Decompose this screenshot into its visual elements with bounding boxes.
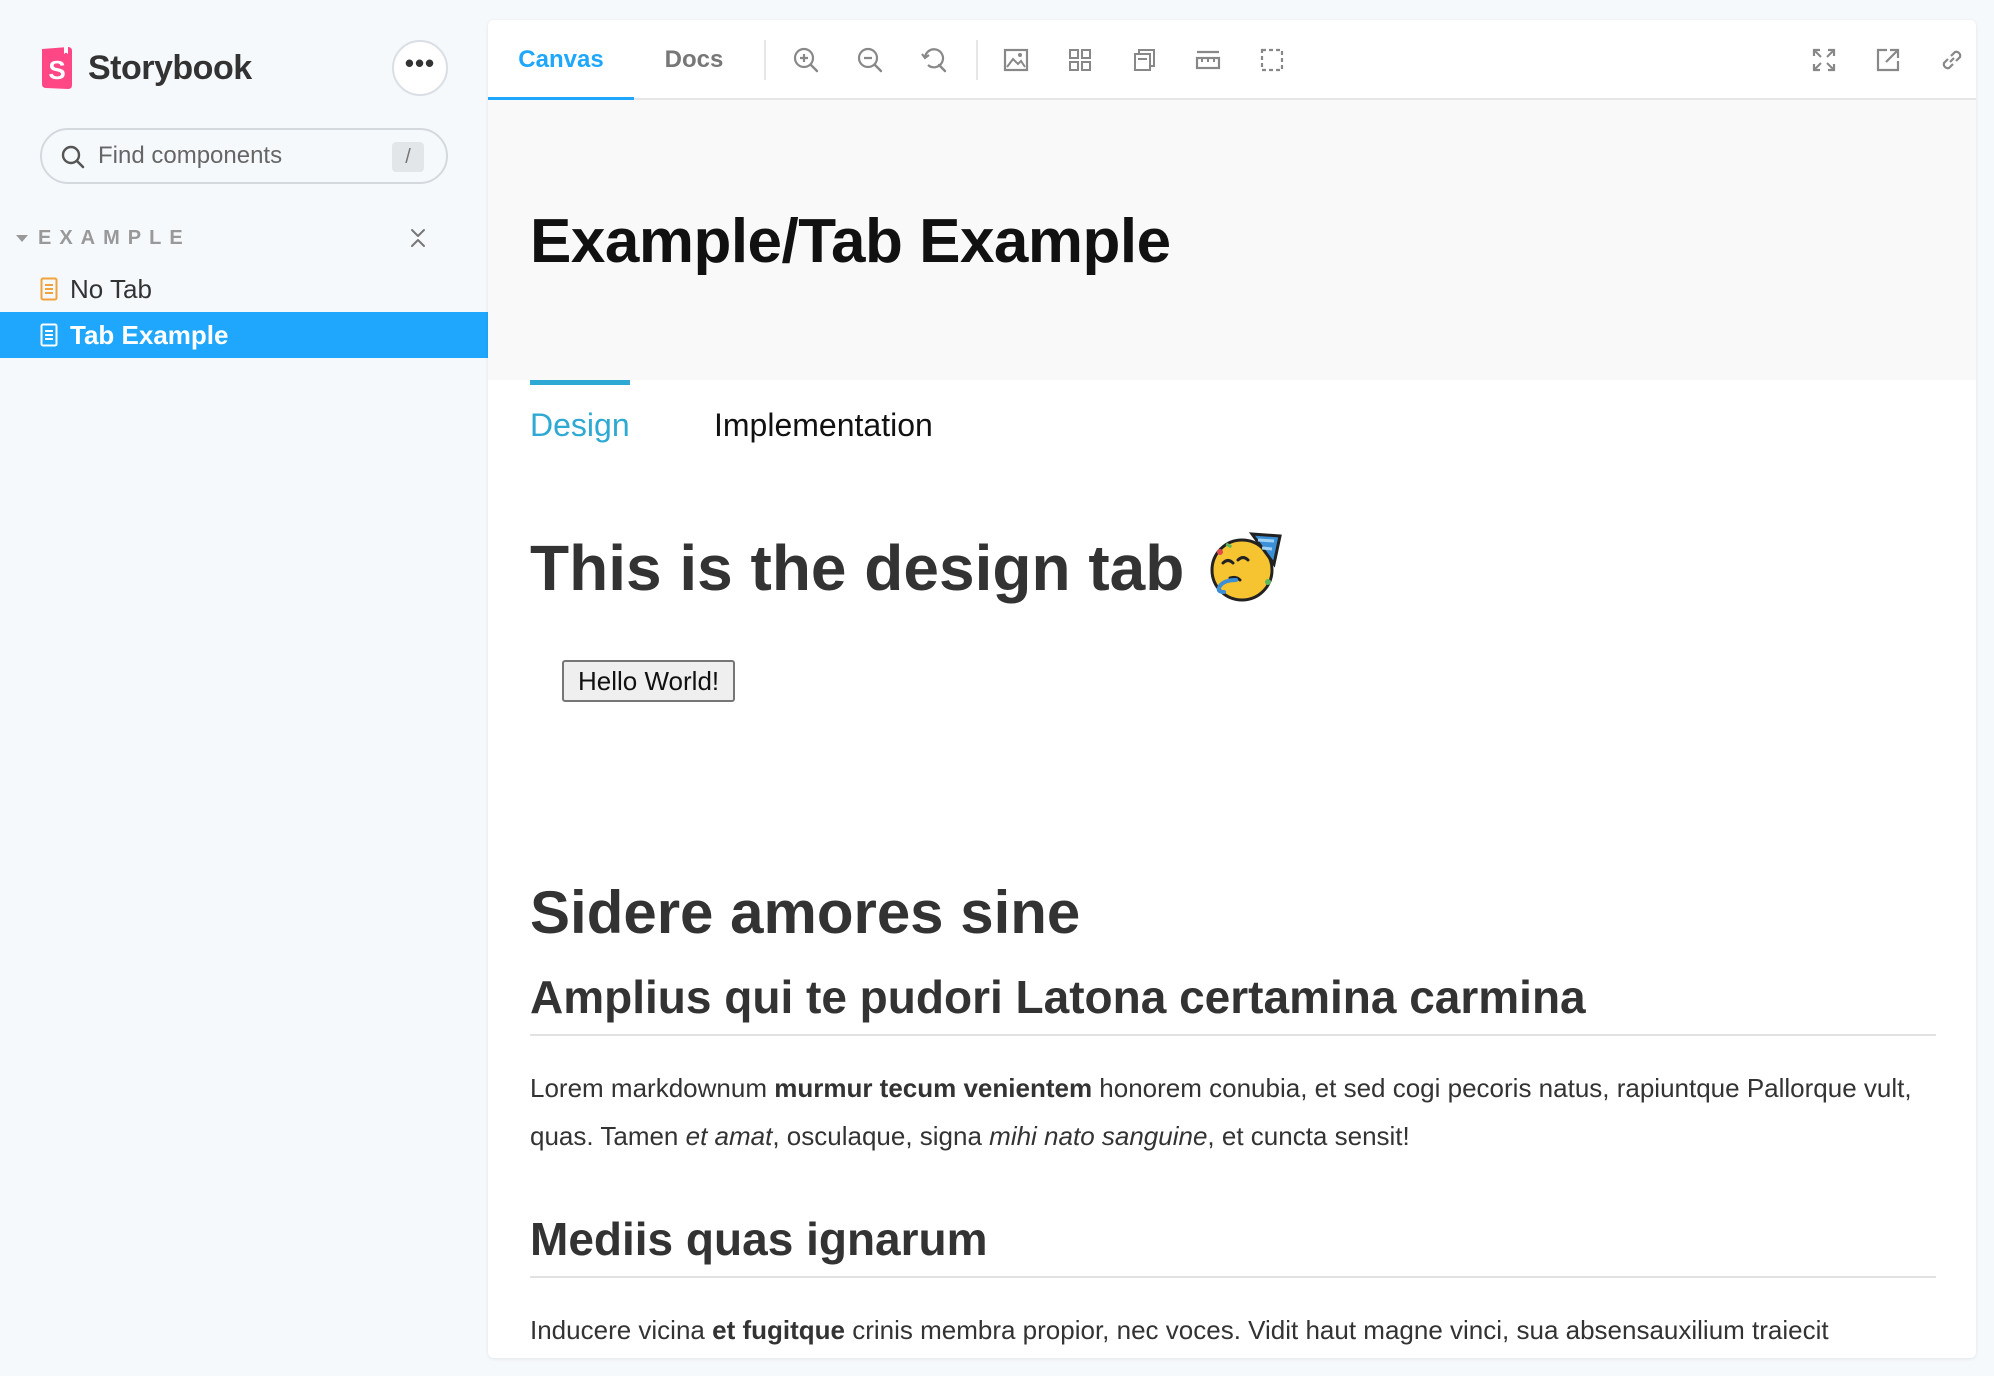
ruler-icon xyxy=(1195,50,1221,70)
text: , et cuncta sensit! xyxy=(1207,1121,1410,1151)
italic-text: mihi nato sanguine xyxy=(989,1121,1208,1151)
search-shortcut-key: / xyxy=(392,142,424,172)
heading-amplius: Amplius qui te pudori Latona certamina c… xyxy=(530,970,1936,1036)
tab-implementation[interactable]: Implementation xyxy=(714,380,933,470)
sidebar-item-no-tab[interactable]: No Tab xyxy=(0,266,488,312)
sidebar-item-tab-example[interactable]: Tab Example xyxy=(0,312,488,358)
toolbar-divider xyxy=(976,40,978,80)
brand-name: Storybook xyxy=(88,48,252,87)
document-icon xyxy=(40,323,58,347)
brand[interactable]: S Storybook xyxy=(40,44,252,92)
fullscreen-icon xyxy=(1812,48,1836,72)
grid-button[interactable] xyxy=(1060,40,1100,80)
search-input[interactable] xyxy=(98,138,398,174)
copy-link-icon xyxy=(1942,50,1962,70)
tab-design[interactable]: Design xyxy=(530,380,630,470)
design-heading-text: This is the design tab xyxy=(530,532,1185,604)
sidebar-item-label: No Tab xyxy=(70,273,152,304)
ruler-button[interactable] xyxy=(1188,40,1228,80)
heading-mediis: Mediis quas ignarum xyxy=(530,1212,1936,1278)
tab-docs[interactable]: Docs xyxy=(634,20,754,100)
storybook-logo-icon: S xyxy=(42,47,72,89)
zoom-out-icon xyxy=(857,47,883,73)
sidebar-item-label: Tab Example xyxy=(70,319,229,350)
zoom-in-icon xyxy=(793,47,819,73)
reset-zoom-button[interactable] xyxy=(914,40,954,80)
zoom-in-button[interactable] xyxy=(786,40,826,80)
open-new-tab-button[interactable] xyxy=(1868,40,1908,80)
text: Lorem markdownum xyxy=(530,1073,775,1103)
reset-zoom-icon xyxy=(921,48,947,73)
heading-sidere: Sidere amores sine xyxy=(530,879,1081,946)
bold-text: et fugitque xyxy=(712,1315,845,1345)
collapse-all-icon[interactable] xyxy=(406,226,430,250)
background-button[interactable] xyxy=(996,40,1036,80)
design-heading: This is the design tab xyxy=(530,530,1283,606)
text: , osculaque, signa xyxy=(772,1121,990,1151)
page-header: Example/Tab Example xyxy=(488,100,1976,380)
fullscreen-button[interactable] xyxy=(1804,40,1844,80)
open-new-tab-icon xyxy=(1876,48,1900,72)
text: crinis membra propior, nec voces. Vidit … xyxy=(844,1315,1829,1345)
search-icon xyxy=(61,145,85,169)
svg-text:S: S xyxy=(48,55,65,85)
zoom-out-button[interactable] xyxy=(850,40,890,80)
italic-text: et amat xyxy=(685,1121,773,1151)
story-canvas: Example/Tab Example Design Implementatio… xyxy=(488,100,1976,1358)
more-icon: ••• xyxy=(404,48,436,78)
caret-down-icon xyxy=(16,234,28,242)
preview-panel: Canvas Docs Example/Tab Example Design I… xyxy=(488,20,1976,1358)
partying-face-icon xyxy=(1210,532,1283,602)
bold-text: murmur tecum venientem xyxy=(774,1073,1093,1103)
menu-button[interactable]: ••• xyxy=(392,40,448,96)
tab-canvas[interactable]: Canvas xyxy=(488,20,634,102)
section-header-example[interactable]: EXAMPLE xyxy=(16,222,446,254)
section-title: EXAMPLE xyxy=(38,226,191,249)
grid-icon xyxy=(1069,49,1091,71)
text: Inducere vicina xyxy=(530,1315,713,1345)
paragraph-lorem: Lorem markdownum murmur tecum venientem … xyxy=(530,1064,1936,1160)
toolbar-divider xyxy=(764,40,766,80)
measure-icon xyxy=(1134,49,1155,71)
page-title: Example/Tab Example xyxy=(530,207,1171,276)
paragraph-inducere: Inducere vicina et fugitque crinis membr… xyxy=(530,1306,1936,1354)
toolbar: Canvas Docs xyxy=(488,20,1976,102)
background-icon xyxy=(1003,48,1029,72)
hello-world-button[interactable]: Hello World! xyxy=(562,660,736,702)
outline-button[interactable] xyxy=(1252,40,1292,80)
sidebar: S Storybook ••• / EXAMPLE No Tab xyxy=(0,0,488,1376)
search-box: / xyxy=(40,128,448,184)
document-icon xyxy=(40,277,58,301)
copy-link-button[interactable] xyxy=(1932,40,1972,80)
measure-button[interactable] xyxy=(1124,40,1164,80)
outline-icon xyxy=(1260,48,1284,72)
